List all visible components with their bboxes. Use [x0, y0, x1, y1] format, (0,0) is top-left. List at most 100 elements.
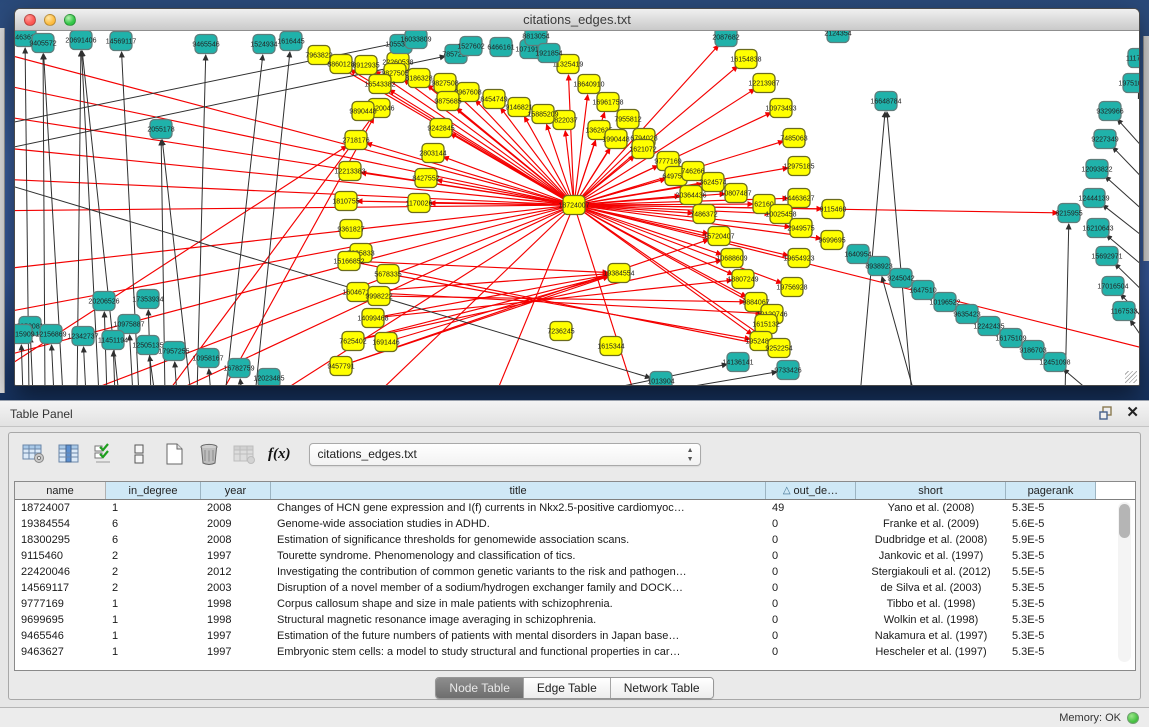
- table-cell[interactable]: 0: [766, 614, 856, 626]
- table-cell[interactable]: Franke et al. (2009): [856, 518, 1006, 530]
- column-header-short[interactable]: short: [856, 482, 1006, 499]
- graph-node[interactable]: 8427552: [412, 169, 439, 188]
- window-resize-grip[interactable]: [1125, 371, 1137, 383]
- graph-node[interactable]: 2803144: [419, 144, 446, 163]
- table-cell[interactable]: Wolkin et al. (1998): [856, 614, 1006, 626]
- graph-node[interactable]: 19756928: [776, 278, 807, 297]
- graph-node[interactable]: 12093822: [1081, 160, 1112, 179]
- graph-node[interactable]: 15692971: [1091, 247, 1122, 266]
- table-row[interactable]: 1456911722003Disruption of a novel membe…: [15, 580, 1135, 596]
- network-graph[interactable]: 1872400711325419186409101696175879558121…: [15, 31, 1139, 385]
- graph-node[interactable]: 16543382: [364, 75, 395, 94]
- table-cell[interactable]: 0: [766, 518, 856, 530]
- graph-node[interactable]: 5678335: [374, 265, 401, 284]
- graph-hub-node[interactable]: 18724007: [558, 196, 589, 215]
- graph-node[interactable]: 8860128: [327, 55, 354, 74]
- table-select-combobox[interactable]: citations_edges.txt ▲▼: [309, 443, 701, 466]
- graph-node[interactable]: 1647510: [909, 281, 936, 300]
- graph-node[interactable]: 19751074: [1118, 74, 1139, 93]
- graph-node[interactable]: 20691406: [65, 31, 96, 50]
- table-cell[interactable]: Dudbridge et al. (2008): [856, 534, 1006, 546]
- graph-node[interactable]: 7955812: [614, 110, 641, 129]
- table-scrollbar-thumb[interactable]: [1119, 504, 1130, 538]
- graph-node[interactable]: 9465546: [192, 35, 219, 54]
- column-header-pagerank[interactable]: pagerank: [1006, 482, 1096, 499]
- graph-node[interactable]: 16154838: [730, 50, 761, 69]
- table-cell[interactable]: 1: [106, 598, 201, 610]
- graph-node[interactable]: 17016504: [1097, 277, 1128, 296]
- table-cell[interactable]: 6: [106, 518, 201, 530]
- node-table[interactable]: namein_degreeyeartitle△out_de…shortpager…: [14, 481, 1136, 671]
- table-cell[interactable]: 9465546: [15, 630, 106, 642]
- table-cell[interactable]: 2: [106, 582, 201, 594]
- new-table-icon[interactable]: [161, 442, 187, 466]
- table-cell[interactable]: 1997: [201, 646, 271, 658]
- graph-node[interactable]: 7485063: [780, 129, 807, 148]
- graph-node[interactable]: 9361827: [337, 220, 364, 239]
- table-cell[interactable]: 18300295: [15, 534, 106, 546]
- graph-node[interactable]: 6466161: [487, 38, 514, 57]
- graph-node[interactable]: 15720407: [703, 227, 734, 246]
- tab-node-table[interactable]: Node Table: [436, 678, 524, 698]
- graph-node[interactable]: 9242845: [427, 119, 454, 138]
- graph-edge[interactable]: [209, 369, 211, 385]
- table-cell[interactable]: Corpus callosum shape and size in male p…: [271, 598, 766, 610]
- graph-node[interactable]: 8938923: [865, 257, 892, 276]
- graph-node[interactable]: 16961758: [592, 93, 623, 112]
- graph-node[interactable]: 7486372: [690, 205, 717, 224]
- table-cell[interactable]: 18724007: [15, 502, 106, 514]
- table-cell[interactable]: Tourette syndrome. Phenomenology and cla…: [271, 550, 766, 562]
- graph-node[interactable]: 18807249: [727, 270, 758, 289]
- graph-node[interactable]: 2949575: [787, 219, 814, 238]
- graph-node[interactable]: 1691446: [372, 333, 399, 352]
- graph-node[interactable]: 9245042: [887, 269, 914, 288]
- graph-node[interactable]: 19654923: [783, 249, 814, 268]
- table-row[interactable]: 1938455462009Genome-wide association stu…: [15, 516, 1135, 532]
- graph-edge[interactable]: [574, 95, 588, 205]
- table-cell[interactable]: 5.3E-5: [1006, 598, 1096, 610]
- table-cell[interactable]: 5.3E-5: [1006, 582, 1096, 594]
- table-cell[interactable]: Changes of HCN gene expression and I(f) …: [271, 502, 766, 514]
- table-cell[interactable]: 2009: [201, 518, 271, 530]
- table-cell[interactable]: Tibbo et al. (1998): [856, 598, 1006, 610]
- graph-node[interactable]: 8186328: [405, 69, 432, 88]
- tab-edge-table[interactable]: Edge Table: [524, 678, 611, 698]
- cell-pair-icon[interactable]: [126, 442, 152, 466]
- graph-node[interactable]: 15166852: [333, 252, 364, 271]
- graph-edge[interactable]: [225, 55, 263, 385]
- graph-node[interactable]: 9875685: [434, 92, 461, 111]
- table-cell[interactable]: Estimation of significance thresholds fo…: [271, 534, 766, 546]
- table-cell[interactable]: 5.3E-5: [1006, 630, 1096, 642]
- graph-node[interactable]: 2718176: [342, 131, 369, 150]
- table-cell[interactable]: 0: [766, 566, 856, 578]
- table-cell[interactable]: Stergiakouli et al. (2012): [856, 566, 1006, 578]
- table-cell[interactable]: 5.3E-5: [1006, 646, 1096, 658]
- table-cell[interactable]: 0: [766, 582, 856, 594]
- table-cell[interactable]: 5.9E-5: [1006, 534, 1096, 546]
- table-body[interactable]: 18724007 1 2008Changes of HCN gene express…: [15, 500, 1135, 660]
- graph-node[interactable]: 1117533: [1126, 49, 1139, 68]
- table-cell[interactable]: 14569117: [15, 582, 106, 594]
- graph-node[interactable]: 9252254: [765, 339, 792, 358]
- tab-network-table[interactable]: Network Table: [611, 678, 713, 698]
- graph-node[interactable]: 19384554: [603, 264, 634, 283]
- table-cell[interactable]: 5.3E-5: [1006, 614, 1096, 626]
- graph-node[interactable]: 14569117: [106, 32, 137, 51]
- table-cell[interactable]: 1: [106, 630, 201, 642]
- graph-edge[interactable]: [30, 337, 33, 385]
- graph-node[interactable]: 9186703: [1019, 341, 1046, 360]
- graph-node[interactable]: 12213987: [748, 74, 779, 93]
- graph-node[interactable]: 12156869: [35, 325, 66, 344]
- graph-edge[interactable]: [379, 296, 745, 302]
- graph-node[interactable]: 12342737: [67, 327, 98, 346]
- column-header-out_de[interactable]: △out_de…: [766, 482, 856, 499]
- table-cell[interactable]: 0: [766, 534, 856, 546]
- column-select-icon[interactable]: [56, 442, 82, 466]
- table-cell[interactable]: 5.6E-5: [1006, 518, 1096, 530]
- graph-node[interactable]: 1615344: [597, 337, 624, 356]
- table-cell[interactable]: 0: [766, 550, 856, 562]
- table-cell[interactable]: Investigating the contribution of common…: [271, 566, 766, 578]
- graph-node[interactable]: 14099468: [357, 309, 388, 328]
- table-cell[interactable]: 2008: [201, 502, 271, 514]
- graph-node[interactable]: 9699695: [818, 231, 845, 250]
